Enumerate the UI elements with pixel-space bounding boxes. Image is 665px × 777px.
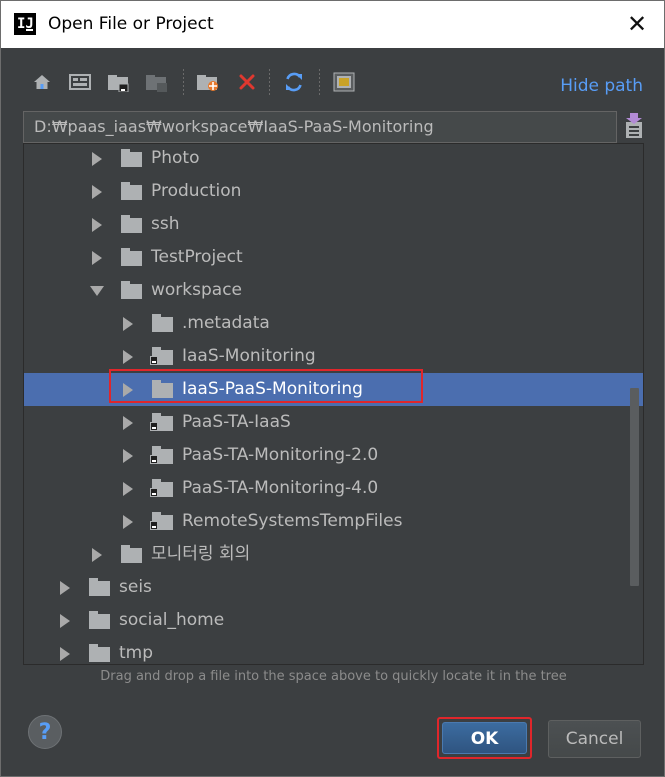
home-icon[interactable] (29, 67, 55, 97)
ok-button[interactable]: OK (437, 717, 532, 759)
tree-row[interactable]: RemoteSystemsTempFiles (24, 505, 643, 538)
tree-row[interactable]: IaaS-PaaS-Monitoring (24, 373, 643, 406)
folder-icon (89, 578, 111, 596)
expand-arrow-right-icon[interactable] (92, 185, 102, 199)
expand-arrow-right-icon[interactable] (123, 317, 133, 331)
tree-row-label: .metadata (182, 313, 270, 333)
tree-row[interactable]: Photo (24, 144, 643, 175)
intellij-logo-icon: IJ (14, 13, 36, 35)
tree-row[interactable]: IaaS-Monitoring (24, 340, 643, 373)
folder-icon (152, 314, 174, 332)
tree-row-label: PaaS-TA-Monitoring-2.0 (182, 445, 379, 465)
expand-arrow-right-icon[interactable] (92, 548, 102, 562)
tree-row-label: ssh (151, 214, 180, 234)
file-tree[interactable]: Photo Production ssh TestProject workspace .m… (23, 143, 644, 665)
tree-scrollbar[interactable] (630, 388, 639, 586)
expand-arrow-right-icon[interactable] (123, 449, 133, 463)
delete-icon[interactable] (234, 67, 260, 97)
expand-arrow-down-icon[interactable] (90, 286, 104, 296)
tree-row-label: social_home (119, 610, 225, 630)
module-folder-icon[interactable] (144, 67, 170, 97)
folder-icon (152, 380, 174, 398)
tree-row-label: tmp (119, 643, 154, 663)
tree-row[interactable]: seis (24, 571, 643, 604)
close-button[interactable]: ✕ (624, 11, 650, 37)
folder-icon (121, 182, 143, 200)
folder-icon (121, 281, 143, 299)
tree-row-label: Photo (151, 148, 200, 168)
folder-icon (89, 644, 111, 662)
window-title: Open File or Project (48, 14, 214, 34)
drag-drop-hint: Drag and drop a file into the space abov… (100, 669, 567, 684)
expand-arrow-right-icon[interactable] (123, 482, 133, 496)
toolbar-separator (319, 69, 320, 97)
folder-icon (121, 215, 143, 233)
folder-icon (121, 248, 143, 266)
folder-icon (121, 545, 143, 563)
module-folder-icon (150, 512, 174, 530)
tree-row[interactable]: social_home (24, 604, 643, 637)
help-button[interactable]: ? (28, 715, 62, 749)
toolbar-separator (269, 69, 270, 97)
title-bar: IJ Open File or Project ✕ (1, 1, 664, 48)
expand-arrow-right-icon[interactable] (92, 218, 102, 232)
tree-row[interactable]: PaaS-TA-Monitoring-2.0 (24, 439, 643, 472)
tree-row[interactable]: .metadata (24, 307, 643, 340)
folder-icon (89, 611, 111, 629)
expand-arrow-right-icon[interactable] (123, 515, 133, 529)
tree-row-label: seis (119, 577, 152, 597)
expand-arrow-right-icon[interactable] (92, 152, 102, 166)
tree-row-label: PaaS-TA-Monitoring-4.0 (182, 478, 379, 498)
tree-row-label: TestProject (151, 247, 243, 267)
tree-row-label: PaaS-TA-IaaS (182, 412, 291, 432)
toolbar (23, 65, 643, 101)
tree-row[interactable]: TestProject (24, 241, 643, 274)
path-input[interactable]: D:₩paas_iaas₩workspace₩IaaS-PaaS-Monitor… (23, 111, 617, 143)
tree-row[interactable]: 모니터링 회의 (24, 538, 643, 571)
expand-arrow-right-icon[interactable] (92, 251, 102, 265)
tree-row-label: RemoteSystemsTempFiles (182, 511, 403, 531)
expand-arrow-right-icon[interactable] (60, 647, 70, 661)
expand-arrow-right-icon[interactable] (123, 416, 133, 430)
tree-row-label: IaaS-PaaS-Monitoring (182, 379, 363, 399)
module-folder-icon (150, 413, 174, 431)
module-folder-icon (150, 479, 174, 497)
tree-row-label: 모니터링 회의 (151, 544, 251, 564)
folder-icon (121, 149, 143, 167)
expand-arrow-right-icon[interactable] (123, 383, 133, 397)
ok-button-label: OK (442, 722, 527, 754)
toolbar-separator (183, 69, 184, 97)
new-folder-icon[interactable] (195, 67, 221, 97)
tree-row[interactable]: ssh (24, 208, 643, 241)
project-folder-icon[interactable] (106, 67, 132, 97)
refresh-icon[interactable] (281, 67, 307, 97)
expand-arrow-right-icon[interactable] (60, 581, 70, 595)
download-path-icon[interactable] (623, 112, 645, 140)
tree-row[interactable]: Production (24, 175, 643, 208)
open-file-dialog: IJ Open File or Project ✕ Hide path D:₩p… (0, 0, 665, 777)
tree-row-label: workspace (151, 280, 243, 300)
expand-arrow-right-icon[interactable] (60, 614, 70, 628)
tree-row[interactable]: workspace (24, 274, 643, 307)
tree-row[interactable]: PaaS-TA-Monitoring-4.0 (24, 472, 643, 505)
tree-row[interactable]: tmp (24, 637, 643, 664)
tree-row-label: IaaS-Monitoring (182, 346, 316, 366)
tree-row-label: Production (151, 181, 242, 201)
hide-path-link[interactable]: Hide path (560, 75, 643, 97)
expand-arrow-right-icon[interactable] (123, 350, 133, 364)
module-folder-icon (150, 446, 174, 464)
tree-row[interactable]: PaaS-TA-IaaS (24, 406, 643, 439)
desktop-icon[interactable] (67, 67, 93, 97)
show-hidden-icon[interactable] (331, 67, 357, 97)
cancel-button[interactable]: Cancel (548, 720, 641, 758)
module-folder-icon (150, 347, 174, 365)
